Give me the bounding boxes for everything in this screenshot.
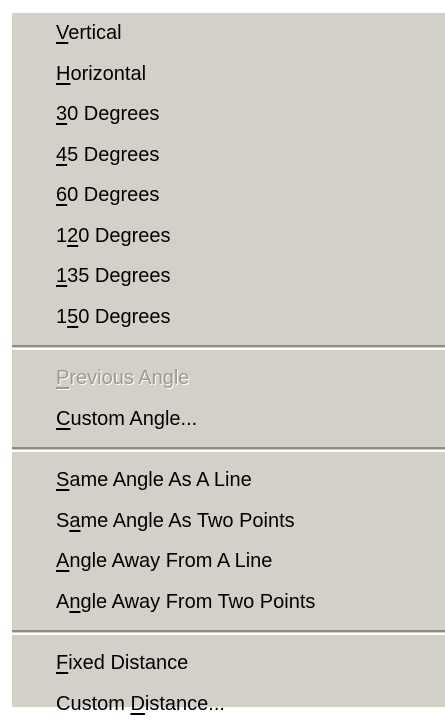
menu-item-label-prefix: 1 [56, 225, 67, 247]
menu-item-label-suffix: ixed Distance [68, 652, 188, 674]
menu-item-label-prefix: A [56, 591, 69, 613]
menu-item-accelerator-key: F [56, 652, 68, 674]
menu-item-label-prefix: Custom [56, 693, 130, 715]
menu-item-60-degrees[interactable]: 60 Degrees [12, 175, 445, 216]
menu-item-accelerator-key: 1 [56, 265, 67, 287]
menu-item-label-suffix: ngle Away From A Line [69, 550, 272, 572]
menu-item-accelerator-key: 6 [56, 184, 67, 206]
menu-item-custom-distance[interactable]: Custom Distance... [12, 684, 445, 724]
menu-item-accelerator-key: C [56, 408, 70, 430]
menu-separator [12, 345, 445, 350]
menu-separator [12, 630, 445, 635]
menu-item-same-angle-as-two-points[interactable]: Same Angle As Two Points [12, 501, 445, 542]
menu-item-label-suffix: 35 Degrees [67, 265, 170, 287]
menu-item-label-suffix: ertical [68, 22, 121, 44]
menu-item-angle-away-from-two-points[interactable]: Angle Away From Two Points [12, 582, 445, 623]
menu-item-accelerator-key: 2 [67, 225, 78, 247]
menu-item-accelerator-key: D [130, 693, 144, 715]
menu-item-custom-angle[interactable]: Custom Angle... [12, 399, 445, 440]
menu-item-label-prefix: 1 [56, 306, 67, 328]
menu-item-label-suffix: 5 Degrees [67, 144, 159, 166]
menu-item-accelerator-key: P [56, 367, 69, 389]
menu-item-accelerator-key: n [69, 591, 80, 613]
context-menu: VerticalHorizontal30 Degrees45 Degrees60… [12, 11, 445, 707]
menu-item-label-suffix: ustom Angle... [70, 408, 197, 430]
menu-item-angle-away-from-a-line[interactable]: Angle Away From A Line [12, 541, 445, 582]
menu-item-accelerator-key: S [56, 469, 69, 491]
menu-item-accelerator-key: 5 [67, 306, 78, 328]
menu-item-accelerator-key: a [69, 510, 80, 532]
menu-item-label-suffix: 0 Degrees [67, 184, 159, 206]
menu-item-135-degrees[interactable]: 135 Degrees [12, 256, 445, 297]
menu-item-fixed-distance[interactable]: Fixed Distance [12, 643, 445, 684]
menu-item-accelerator-key: H [56, 63, 70, 85]
menu-item-accelerator-key: A [56, 550, 69, 572]
menu-item-label-suffix: 0 Degrees [67, 103, 159, 125]
menu-separator [12, 447, 445, 452]
menu-item-label-prefix: S [56, 510, 69, 532]
menu-item-label-suffix: revious Angle [69, 367, 189, 389]
menu-item-label-suffix: orizontal [70, 63, 146, 85]
menu-item-label-suffix: ame Angle As A Line [69, 469, 251, 491]
menu-item-label-suffix: me Angle As Two Points [80, 510, 294, 532]
menu-item-30-degrees[interactable]: 30 Degrees [12, 94, 445, 135]
menu-item-accelerator-key: V [56, 22, 68, 44]
menu-item-accelerator-key: 4 [56, 144, 67, 166]
menu-item-same-angle-as-a-line[interactable]: Same Angle As A Line [12, 460, 445, 501]
menu-item-horizontal[interactable]: Horizontal [12, 54, 445, 95]
menu-item-previous-angle: Previous Angle [12, 358, 445, 399]
menu-item-45-degrees[interactable]: 45 Degrees [12, 135, 445, 176]
menu-item-accelerator-key: 3 [56, 103, 67, 125]
menu-item-vertical[interactable]: Vertical [12, 13, 445, 54]
menu-item-label-suffix: 0 Degrees [78, 306, 170, 328]
menu-item-120-degrees[interactable]: 120 Degrees [12, 216, 445, 257]
menu-item-150-degrees[interactable]: 150 Degrees [12, 297, 445, 338]
menu-item-label-suffix: gle Away From Two Points [80, 591, 315, 613]
menu-item-label-suffix: istance... [145, 693, 225, 715]
menu-item-label-suffix: 0 Degrees [78, 225, 170, 247]
